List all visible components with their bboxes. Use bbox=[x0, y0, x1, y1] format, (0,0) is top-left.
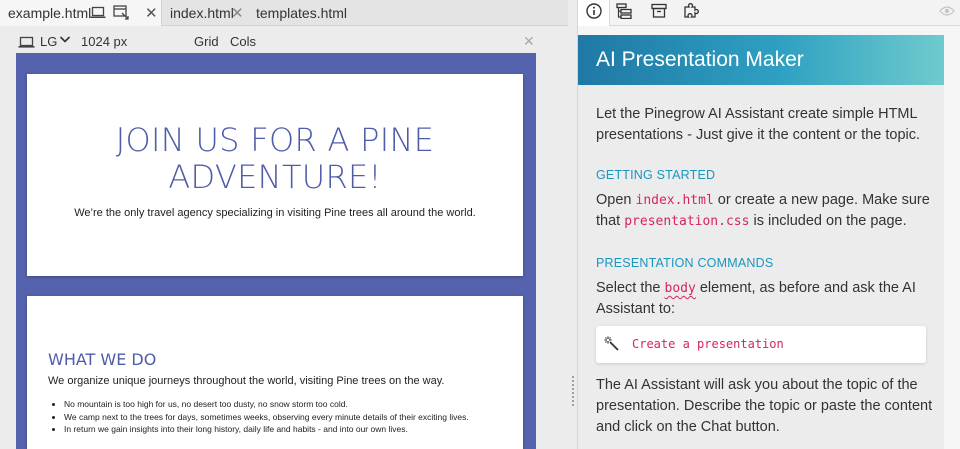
close-tab-icon[interactable]: ✕ bbox=[145, 4, 158, 22]
cols-toggle[interactable]: Cols bbox=[230, 34, 256, 49]
section-lead: We organize unique journeys throughout t… bbox=[48, 375, 445, 387]
section-title: WHAT WE DO bbox=[48, 350, 157, 369]
device-icon[interactable] bbox=[18, 36, 35, 52]
outro-text: The AI Assistant will ask you about the … bbox=[596, 377, 933, 435]
panel-content: Let the Pinegrow AI Assistant create sim… bbox=[578, 85, 944, 449]
preview-window-icon[interactable] bbox=[113, 5, 129, 23]
view-toolbar: LG 1024 px Grid Cols ✕ bbox=[0, 27, 568, 54]
page-canvas: JOIN US FOR A PINE ADVENTURE! We’re the … bbox=[16, 53, 536, 449]
text-run: Open bbox=[596, 192, 636, 208]
library-tab[interactable] bbox=[643, 0, 675, 26]
getting-started-text: Open index.html or create a new page. Ma… bbox=[596, 190, 936, 232]
tab-label: example.html bbox=[8, 5, 92, 21]
tab-templates-html[interactable]: templates.html bbox=[248, 0, 388, 26]
tab-label: templates.html bbox=[256, 5, 348, 21]
what-we-do-slide[interactable]: WHAT WE DO We organize unique journeys t… bbox=[27, 296, 523, 449]
code-filename: presentation.css bbox=[624, 214, 750, 229]
tab-index-html[interactable]: index.html ✕ bbox=[162, 0, 248, 26]
panel-splitter[interactable] bbox=[568, 0, 578, 449]
eye-icon bbox=[939, 4, 955, 22]
magic-wand-icon bbox=[604, 336, 620, 352]
commands-heading: PRESENTATION COMMANDS bbox=[596, 256, 774, 270]
tree-icon bbox=[616, 2, 632, 24]
chevron-down-icon[interactable] bbox=[59, 32, 71, 49]
panel-title: AI Presentation Maker bbox=[596, 48, 804, 71]
command-text: Create a presentation bbox=[632, 337, 784, 351]
tab-label: index.html bbox=[170, 5, 234, 21]
list-item: No mountain is too high for us, no deser… bbox=[64, 398, 469, 411]
plugins-tab[interactable] bbox=[675, 0, 707, 26]
bullet-list: No mountain is too high for us, no deser… bbox=[64, 398, 469, 436]
getting-started-heading: GETTING STARTED bbox=[596, 168, 716, 182]
info-icon bbox=[585, 2, 602, 24]
code-filename: index.html bbox=[635, 193, 714, 208]
tab-example-html[interactable]: example.html ✕ bbox=[0, 0, 162, 26]
file-tab-bar: example.html ✕ index.html ✕ templates.ht… bbox=[0, 0, 568, 26]
list-item: We camp next to the trees for days, some… bbox=[64, 411, 469, 424]
tree-tab[interactable] bbox=[608, 0, 640, 26]
laptop-icon[interactable] bbox=[90, 6, 106, 22]
hero-subtitle: We’re the only travel agency specializin… bbox=[74, 207, 476, 219]
box-icon bbox=[651, 3, 667, 23]
hero-slide[interactable]: JOIN US FOR A PINE ADVENTURE! We’re the … bbox=[27, 74, 523, 276]
command-prompt-card[interactable]: Create a presentation bbox=[596, 326, 926, 363]
intro-text: Let the Pinegrow AI Assistant create sim… bbox=[596, 106, 921, 143]
close-tab-icon[interactable]: ✕ bbox=[231, 4, 244, 22]
hero-title-line: JOIN US FOR A PINE bbox=[115, 121, 435, 159]
text-run: is included on the page. bbox=[749, 213, 907, 229]
ai-panel: AI Presentation Maker Let the Pinegrow A… bbox=[578, 0, 960, 449]
close-view-icon[interactable]: ✕ bbox=[523, 33, 535, 50]
commands-text: Select the body element, as before and a… bbox=[596, 278, 936, 320]
info-tab[interactable] bbox=[578, 0, 610, 26]
code-element: body bbox=[664, 281, 696, 296]
visibility-toggle[interactable] bbox=[934, 0, 960, 26]
editor-area: example.html ✕ index.html ✕ templates.ht… bbox=[0, 0, 568, 449]
page-width[interactable]: 1024 px bbox=[81, 34, 127, 49]
grid-toggle[interactable]: Grid bbox=[194, 34, 219, 49]
splitter-grip[interactable] bbox=[572, 375, 574, 407]
list-item: In return we gain insights into their lo… bbox=[64, 423, 469, 436]
panel-toolbar bbox=[578, 0, 960, 26]
hero-title: JOIN US FOR A PINE ADVENTURE! bbox=[27, 122, 523, 196]
text-run: Select the bbox=[596, 280, 665, 296]
panel-header: AI Presentation Maker bbox=[578, 35, 944, 85]
breakpoint-label[interactable]: LG bbox=[40, 34, 57, 49]
puzzle-icon bbox=[683, 2, 699, 24]
hero-title-line: ADVENTURE! bbox=[168, 158, 382, 196]
